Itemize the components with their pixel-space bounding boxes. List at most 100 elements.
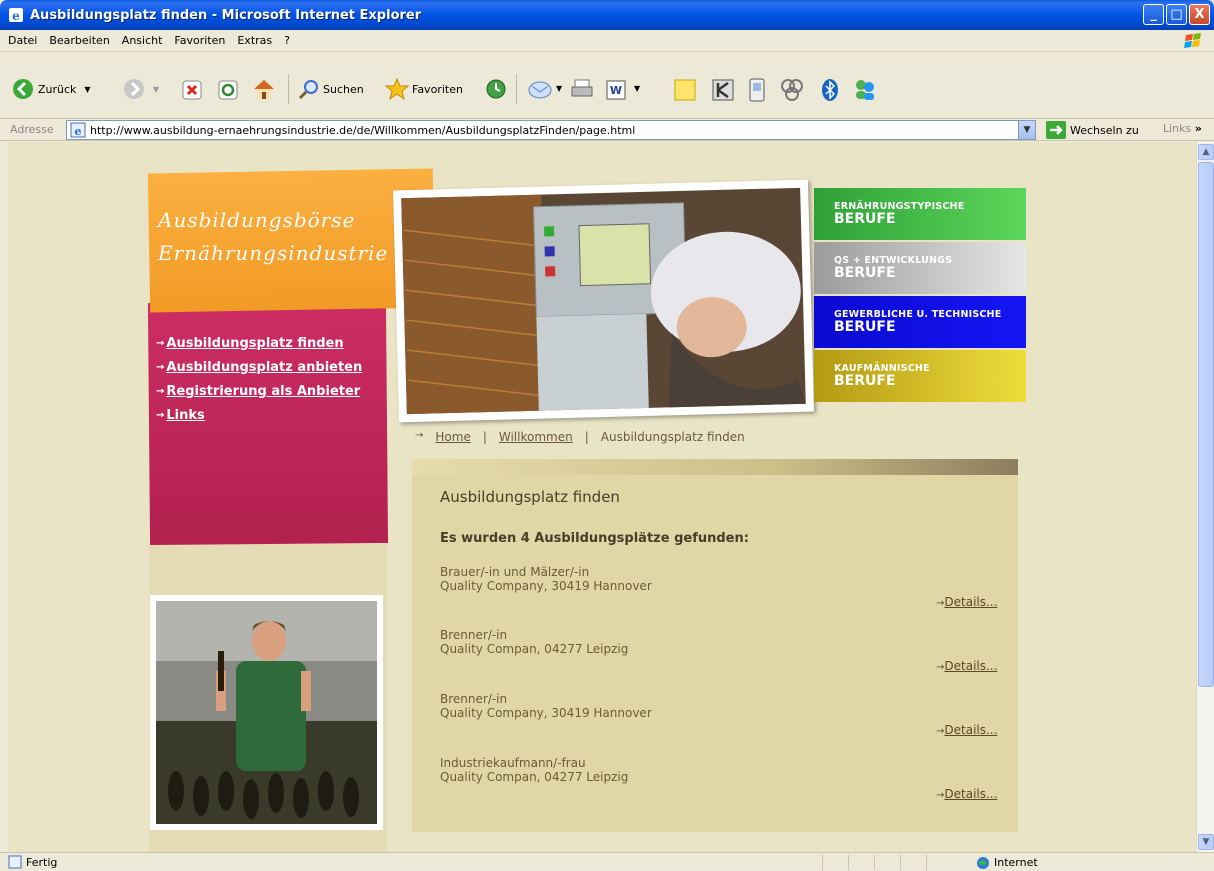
- brand-line-2: Ernährungsindustrie: [158, 241, 389, 265]
- menu-bar: Datei Bearbeiten Ansicht Favoriten Extra…: [0, 30, 1214, 52]
- result-title: Industriekaufmann/-frau: [440, 756, 586, 770]
- svg-text:e: e: [12, 9, 20, 23]
- go-label: Wechseln zu: [1070, 123, 1139, 137]
- note-icon[interactable]: [674, 79, 696, 101]
- details-link[interactable]: →Details...: [936, 723, 997, 737]
- result-title: Brenner/-in: [440, 628, 508, 642]
- status-panels: [822, 855, 952, 870]
- address-input[interactable]: e http://www.ausbildung-ernaehrungsindus…: [66, 120, 1036, 140]
- scroll-down-icon[interactable]: ▼: [1198, 834, 1214, 850]
- edit-dropdown-icon[interactable]: ▼: [634, 84, 640, 93]
- contacts-icon[interactable]: [852, 78, 878, 100]
- category-qs-entwicklungs[interactable]: QS + ENTWICKLUNGS BERUFE: [814, 242, 1026, 294]
- windows-logo-icon: [1184, 33, 1201, 48]
- arrow-icon: →: [156, 386, 165, 397]
- result-title: Brenner/-in: [440, 692, 508, 706]
- result-company: Quality Company, 30419 Hannover: [440, 579, 652, 593]
- close-button[interactable]: X: [1189, 4, 1210, 25]
- brand-line-1: Ausbildungsbörse: [158, 208, 356, 232]
- menu-favoriten[interactable]: Favoriten: [168, 34, 231, 47]
- breadcrumb: → Home | Willkommen | Ausbildungsplatz f…: [415, 430, 745, 444]
- nav-item-links[interactable]: → Links: [156, 404, 362, 428]
- status-text: Fertig: [26, 855, 58, 869]
- word-edit-icon[interactable]: W: [606, 80, 626, 100]
- search-button[interactable]: Suchen: [298, 78, 364, 100]
- address-url: http://www.ausbildung-ernaehrungsindustr…: [90, 123, 636, 137]
- breadcrumb-current: Ausbildungsplatz finden: [600, 430, 745, 444]
- back-label: Zurück: [38, 82, 77, 96]
- result-item: Brauer/-in und Mälzer/-in Quality Compan…: [440, 565, 652, 593]
- result-company: Quality Compan, 04277 Leipzig: [440, 770, 629, 784]
- maximize-button[interactable]: □: [1166, 4, 1187, 25]
- zone-label: Internet: [994, 856, 1038, 869]
- mail-icon[interactable]: [528, 80, 552, 100]
- menu-help[interactable]: ?: [278, 34, 296, 47]
- result-item: Industriekaufmann/-frau Quality Compan, …: [440, 756, 628, 784]
- page-status-icon: [8, 855, 22, 869]
- details-link[interactable]: →Details...: [936, 595, 997, 609]
- refresh-icon[interactable]: [218, 80, 238, 100]
- forward-button[interactable]: ▼: [123, 78, 159, 100]
- back-arrow-icon: [13, 79, 33, 99]
- forward-dropdown-icon[interactable]: ▼: [153, 85, 159, 94]
- arrow-icon: →: [156, 338, 165, 349]
- menu-ansicht[interactable]: Ansicht: [116, 34, 169, 47]
- category-gewerbliche-technische[interactable]: GEWERBLICHE U. TECHNISCHE BERUFE: [814, 296, 1026, 348]
- vertical-scrollbar[interactable]: ▲ ▼: [1196, 142, 1214, 852]
- result-company: Quality Compan, 04277 Leipzig: [440, 642, 629, 656]
- result-item: Brenner/-in Quality Compan, 04277 Leipzi…: [440, 628, 628, 656]
- details-link[interactable]: →Details...: [936, 787, 997, 801]
- menu-extras[interactable]: Extras: [231, 34, 278, 47]
- nav-item-registrierung[interactable]: → Registrierung als Anbieter: [156, 380, 362, 404]
- nav-item-ausbildungsplatz-anbieten[interactable]: → Ausbildungsplatz anbieten: [156, 356, 362, 380]
- status-bar: Fertig Internet: [0, 852, 1214, 871]
- address-bar: Adresse e http://www.ausbildung-ernaehru…: [0, 119, 1214, 141]
- page-icon: e: [70, 122, 86, 138]
- bluetooth-icon[interactable]: [822, 78, 838, 102]
- breadcrumb-separator: |: [482, 430, 487, 444]
- messenger-k-icon[interactable]: [712, 79, 734, 101]
- star-icon: [385, 78, 409, 100]
- menu-datei[interactable]: Datei: [0, 34, 43, 47]
- brewery-worker-photo: [150, 595, 383, 830]
- print-icon[interactable]: [570, 78, 594, 100]
- address-dropdown-icon[interactable]: ▼: [1018, 121, 1035, 139]
- arrow-icon: →: [415, 430, 424, 441]
- scroll-up-icon[interactable]: ▲: [1198, 144, 1214, 160]
- search-icon: [298, 80, 318, 100]
- links-toolbar[interactable]: Links »: [1163, 122, 1202, 135]
- page-title: Ausbildungsplatz finden: [440, 488, 620, 506]
- arrow-icon: →: [156, 362, 165, 373]
- details-link[interactable]: →Details...: [936, 659, 997, 673]
- stop-icon[interactable]: [182, 80, 202, 100]
- home-icon[interactable]: [252, 78, 276, 100]
- back-button[interactable]: Zurück ▼: [12, 78, 91, 100]
- forward-arrow-icon: [124, 79, 144, 99]
- back-dropdown-icon[interactable]: ▼: [84, 85, 90, 94]
- category-ernaehrungstypische[interactable]: ERNÄHRUNGSTYPISCHE BERUFE: [814, 188, 1026, 240]
- device-icon[interactable]: [748, 78, 766, 102]
- nav-item-ausbildungsplatz-finden[interactable]: → Ausbildungsplatz finden: [156, 332, 362, 356]
- mail-dropdown-icon[interactable]: ▼: [556, 84, 562, 93]
- search-label: Suchen: [323, 82, 364, 96]
- go-button[interactable]: Wechseln zu: [1046, 121, 1139, 139]
- minimize-button[interactable]: _: [1143, 4, 1164, 25]
- breadcrumb-home[interactable]: Home: [435, 430, 470, 444]
- breadcrumb-willkommen[interactable]: Willkommen: [499, 430, 573, 444]
- result-title: Brauer/-in und Mälzer/-in: [440, 565, 590, 579]
- breadcrumb-separator: |: [584, 430, 589, 444]
- address-label: Adresse: [10, 123, 54, 136]
- hero-photo: [393, 179, 814, 423]
- favorites-button[interactable]: Favoriten: [385, 78, 463, 100]
- menu-bearbeiten[interactable]: Bearbeiten: [43, 34, 115, 47]
- scroll-thumb[interactable]: [1198, 162, 1214, 687]
- network-icon[interactable]: [780, 78, 804, 102]
- history-icon[interactable]: [485, 78, 507, 100]
- content-header-bar: [412, 459, 1018, 475]
- category-kaufmaennische[interactable]: KAUFMÄNNISCHE BERUFE: [814, 350, 1026, 402]
- svg-text:e: e: [75, 125, 82, 138]
- favorites-label: Favoriten: [412, 82, 463, 96]
- page-viewport: Ausbildungsbörse Ernährungsindustrie → Au…: [8, 142, 1196, 852]
- site-brand: Ausbildungsbörse Ernährungsindustrie: [158, 204, 388, 270]
- main-nav: → Ausbildungsplatz finden → Ausbildungspla…: [156, 332, 362, 428]
